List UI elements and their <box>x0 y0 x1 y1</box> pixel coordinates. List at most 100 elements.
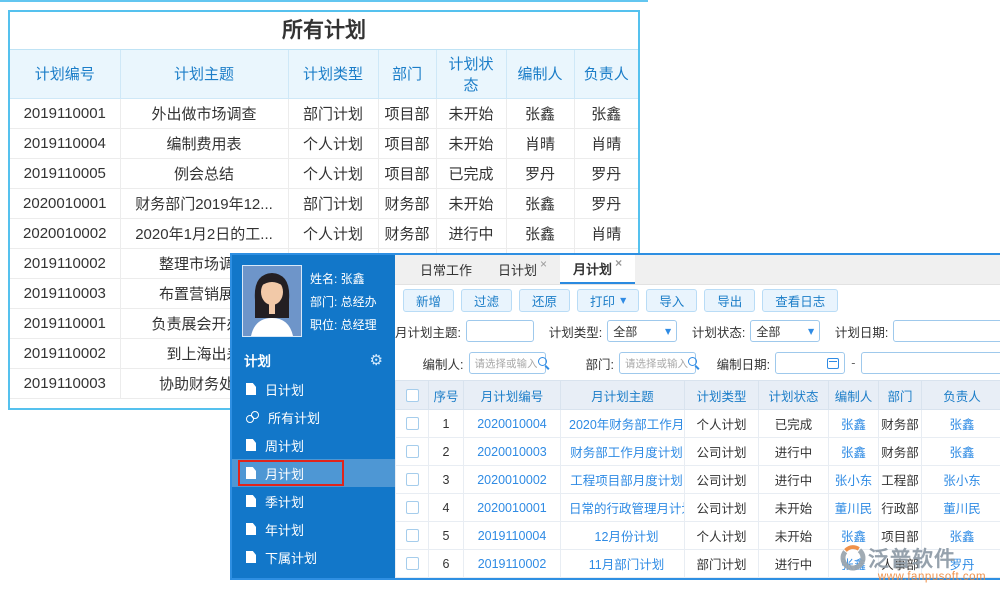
creator-link[interactable]: 董川民 <box>835 502 873 516</box>
plan-code-link[interactable]: 2019110002 <box>478 557 547 571</box>
print-button[interactable]: 打印 ▼ <box>577 289 639 312</box>
plan-subject-cell: 12月份计划 <box>561 522 685 550</box>
creator-link[interactable]: 张鑫 <box>841 418 866 432</box>
plan-subject-link[interactable]: 11月部门计划 <box>589 558 664 572</box>
plan-code-link[interactable]: 2020010004 <box>477 417 547 431</box>
plan-subject-link[interactable]: 工程项目部月度计划 <box>570 474 683 488</box>
table-cell: 2019110003 <box>10 368 120 398</box>
restore-button[interactable]: 还原 <box>519 289 570 312</box>
plan-code-cell: 2020010001 <box>464 494 561 522</box>
row-checkbox[interactable] <box>406 529 419 542</box>
creator-cell: 董川民 <box>829 494 879 522</box>
created-date-end-input[interactable] <box>861 352 1000 374</box>
plan-code-link[interactable]: 2020010001 <box>477 501 547 515</box>
row-select-cell <box>396 550 429 578</box>
table-cell: 进行中 <box>436 218 506 248</box>
table-cell: 2020010001 <box>10 188 120 218</box>
plan-subject-link[interactable]: 2020年财务部工作月... <box>569 418 685 432</box>
table-cell: 财务部 <box>378 188 436 218</box>
row-select-cell <box>396 410 429 438</box>
plan-subject-link[interactable]: 财务部工作月度计划 <box>570 446 683 460</box>
sidebar-item-label: 月计划 <box>265 464 304 483</box>
dept-search-input[interactable]: 请选择或输入 <box>619 352 696 374</box>
plan-code-cell: 2019110002 <box>464 550 561 578</box>
left-sidebar-panel: 姓名: 张鑫 部门: 总经办 职位: 总经理 计划 ⚙ 日计划 所有计划 周计划… <box>232 255 395 578</box>
row-checkbox[interactable] <box>406 445 419 458</box>
filter-button[interactable]: 过滤 <box>461 289 512 312</box>
owner-link[interactable]: 张小东 <box>943 474 981 488</box>
plan-subject-link[interactable]: 12月份计划 <box>595 530 659 544</box>
tab-label: 日常工作 <box>420 260 472 279</box>
col-dept: 部门 <box>879 381 922 410</box>
owner-link[interactable]: 张鑫 <box>949 418 974 432</box>
plan-status-select[interactable]: 全部 ▼ <box>750 320 820 342</box>
table-row: 32020010002工程项目部月度计划公司计划进行中张小东工程部张小东 <box>396 466 1000 494</box>
file-icon <box>246 523 256 535</box>
creator-filter-label: 编制人: <box>395 354 464 373</box>
sidebar-item-week-plan[interactable]: 周计划 <box>232 431 395 459</box>
owner-link[interactable]: 张鑫 <box>949 446 974 460</box>
plan-code-link[interactable]: 2019110004 <box>478 529 547 543</box>
sidebar-item-label: 日计划 <box>265 380 304 399</box>
row-select-cell <box>396 522 429 550</box>
export-button[interactable]: 导出 <box>704 289 755 312</box>
sidebar-item-label: 季计划 <box>265 492 304 511</box>
sidebar-item-day-plan[interactable]: 日计划 <box>232 375 395 403</box>
creator-link[interactable]: 张鑫 <box>841 530 866 544</box>
plan-status-cell: 未开始 <box>759 494 829 522</box>
gear-icon[interactable]: ⚙ <box>370 351 383 369</box>
creator-link[interactable]: 张小东 <box>835 474 873 488</box>
file-icon <box>246 495 256 507</box>
creator-cell: 张鑫 <box>829 410 879 438</box>
plan-type-cell: 公司计划 <box>685 466 759 494</box>
sidebar-item-quarter-plan[interactable]: 季计划 <box>232 487 395 515</box>
table-cell: 编制费用表 <box>120 128 288 158</box>
tab-month-plan[interactable]: 月计划 × <box>560 255 635 284</box>
subject-filter-input[interactable] <box>466 320 534 342</box>
created-date-label: 编制日期: <box>710 354 770 373</box>
plan-subject-link[interactable]: 日常的行政管理月计划 <box>569 502 685 516</box>
owner-link[interactable]: 张鑫 <box>949 530 974 544</box>
table-row: 2019110004编制费用表个人计划项目部未开始肖晴肖晴 <box>10 128 638 158</box>
row-checkbox[interactable] <box>406 473 419 486</box>
select-all-checkbox[interactable] <box>406 389 419 402</box>
search-icon <box>538 357 550 369</box>
dept-cell: 工程部 <box>879 466 922 494</box>
plan-date-input[interactable] <box>893 320 1000 342</box>
plan-code-link[interactable]: 2020010003 <box>477 445 547 459</box>
file-icon <box>246 383 256 395</box>
table-cell: 2020年1月2日的工... <box>120 218 288 248</box>
tab-daily-work[interactable]: 日常工作 <box>407 255 485 284</box>
creator-link[interactable]: 张鑫 <box>841 446 866 460</box>
view-log-button[interactable]: 查看日志 <box>762 289 838 312</box>
created-date-start-input[interactable] <box>775 352 845 374</box>
table-cell: 项目部 <box>378 158 436 188</box>
file-icon <box>246 467 256 479</box>
close-icon[interactable]: × <box>540 257 547 271</box>
date-range-separator: - <box>851 356 855 370</box>
seq-cell: 1 <box>429 410 464 438</box>
plan-type-select[interactable]: 全部 ▼ <box>607 320 677 342</box>
owner-link[interactable]: 董川民 <box>943 502 981 516</box>
creator-cell: 张小东 <box>829 466 879 494</box>
sidebar-item-month-plan[interactable]: 月计划 <box>232 459 395 487</box>
sidebar-item-year-plan[interactable]: 年计划 <box>232 515 395 543</box>
creator-search-input[interactable]: 请选择或输入 <box>469 352 546 374</box>
table-row: 120200100042020年财务部工作月...个人计划已完成张鑫财务部张鑫 <box>396 410 1000 438</box>
add-button[interactable]: 新增 <box>403 289 454 312</box>
close-icon[interactable]: × <box>615 256 622 270</box>
tab-day-plan[interactable]: 日计划 × <box>485 255 560 284</box>
row-checkbox[interactable] <box>406 557 419 570</box>
col-owner: 负责人 <box>922 381 1000 410</box>
sidebar-item-subordinate-plan[interactable]: 下属计划 <box>232 543 395 571</box>
table-cell: 个人计划 <box>288 218 378 248</box>
table-cell: 个人计划 <box>288 158 378 188</box>
plan-code-link[interactable]: 2020010002 <box>477 473 547 487</box>
col-month-plan-code: 月计划编号 <box>464 381 561 410</box>
import-button[interactable]: 导入 <box>646 289 697 312</box>
row-checkbox[interactable] <box>406 417 419 430</box>
sidebar-item-all-plans[interactable]: 所有计划 <box>232 403 395 431</box>
row-checkbox[interactable] <box>406 501 419 514</box>
col-plan-code: 计划编号 <box>10 50 120 98</box>
table-cell: 项目部 <box>378 128 436 158</box>
